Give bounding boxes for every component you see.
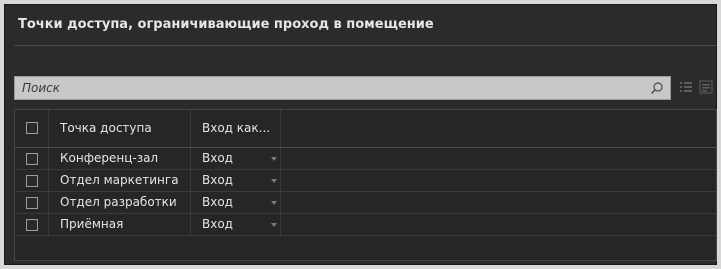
access-point-name: Конференц-зал (60, 151, 159, 165)
entry-mode-dropdown[interactable]: Вход (191, 192, 281, 213)
access-point-cell: Отдел маркетинга (49, 170, 191, 191)
search-icon[interactable] (650, 81, 664, 95)
column-header-entry-as[interactable]: Вход как... (191, 110, 281, 147)
row-checkbox-cell (15, 214, 49, 235)
select-all-checkbox[interactable] (26, 122, 38, 134)
table-header-row: Точка доступа Вход как... (15, 110, 716, 148)
column-header-access-point[interactable]: Точка доступа (49, 110, 191, 147)
chevron-down-icon[interactable] (271, 179, 277, 183)
row-checkbox[interactable] (26, 175, 38, 187)
chevron-down-icon[interactable] (271, 157, 277, 161)
access-point-name: Отдел маркетинга (60, 173, 179, 187)
entry-mode-value: Вход (202, 173, 233, 187)
search-placeholder: Поиск (22, 81, 61, 95)
entry-mode-value: Вход (202, 217, 233, 231)
access-points-panel: Точки доступа, ограничивающие проход в п… (4, 4, 717, 265)
table-row[interactable]: Приёмная Вход (15, 214, 716, 236)
panel-title: Точки доступа, ограничивающие проход в п… (18, 17, 434, 32)
entry-mode-value: Вход (202, 195, 233, 209)
chevron-down-icon[interactable] (271, 201, 277, 205)
row-checkbox-cell (15, 170, 49, 191)
table-row[interactable]: Конференц-зал Вход (15, 148, 716, 170)
entry-mode-dropdown[interactable]: Вход (191, 170, 281, 191)
access-point-cell: Конференц-зал (49, 148, 191, 169)
table-row[interactable]: Отдел разработки Вход (15, 192, 716, 214)
access-point-cell: Приёмная (49, 214, 191, 235)
row-checkbox[interactable] (26, 153, 38, 165)
row-checkbox-cell (15, 148, 49, 169)
table-row[interactable]: Отдел маркетинга Вход (15, 170, 716, 192)
chevron-down-icon[interactable] (271, 223, 277, 227)
header-checkbox-cell (15, 110, 49, 147)
search-input[interactable]: Поиск (14, 76, 671, 100)
entry-mode-dropdown[interactable]: Вход (191, 148, 281, 169)
column-header-label: Точка доступа (60, 121, 152, 135)
entry-mode-value: Вход (202, 151, 233, 165)
row-checkbox[interactable] (26, 219, 38, 231)
list-view-icon[interactable] (679, 80, 693, 94)
row-checkbox[interactable] (26, 197, 38, 209)
title-divider (14, 45, 717, 46)
row-checkbox-cell (15, 192, 49, 213)
access-point-name: Приёмная (60, 217, 124, 231)
column-header-label: Вход как... (202, 121, 271, 135)
detail-view-icon[interactable] (699, 80, 713, 94)
access-point-cell: Отдел разработки (49, 192, 191, 213)
entry-mode-dropdown[interactable]: Вход (191, 214, 281, 235)
access-points-table: Точка доступа Вход как... Конференц-зал … (14, 109, 717, 261)
access-point-name: Отдел разработки (60, 195, 177, 209)
